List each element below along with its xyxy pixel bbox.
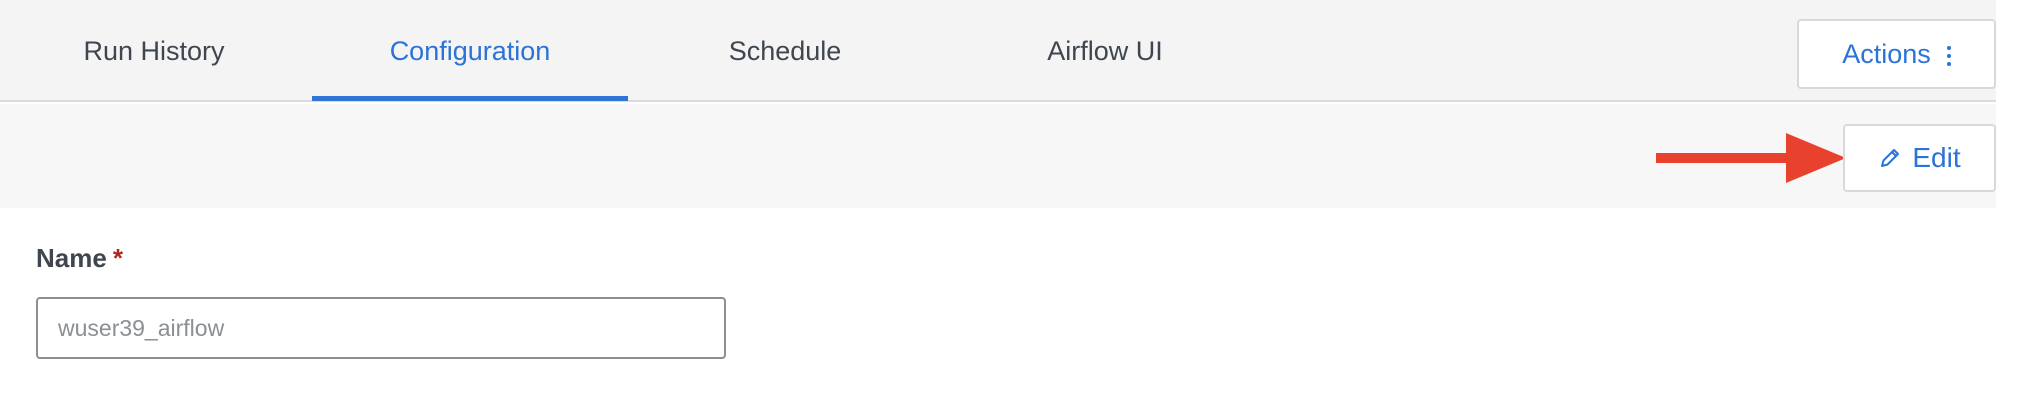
tab-airflow-ui[interactable]: Airflow UI	[1010, 0, 1200, 102]
tab-label: Airflow UI	[1047, 35, 1163, 66]
tab-bar: Run History Configuration Schedule Airfl…	[0, 0, 1996, 102]
actions-button-label: Actions	[1842, 38, 1931, 69]
tab-label: Configuration	[389, 35, 551, 66]
name-input[interactable]	[36, 297, 726, 359]
name-label-text: Name	[36, 243, 107, 273]
kebab-menu-icon	[1946, 46, 1951, 66]
tab-label: Run History	[83, 35, 225, 66]
pencil-icon	[1881, 149, 1900, 167]
tab-label: Schedule	[728, 35, 842, 66]
edit-button[interactable]: Edit	[1843, 124, 1996, 192]
edit-button-label: Edit	[1912, 142, 1961, 173]
page-margin	[1996, 0, 2030, 400]
red-arrow-icon	[1656, 133, 1846, 183]
tab-configuration[interactable]: Configuration	[312, 0, 628, 102]
actions-button[interactable]: Actions	[1797, 19, 1996, 89]
active-tab-indicator	[312, 96, 628, 101]
name-field-label: Name *	[36, 243, 123, 274]
required-marker: *	[112, 243, 123, 273]
page: Run History Configuration Schedule Airfl…	[0, 0, 2030, 400]
tab-run-history[interactable]: Run History	[44, 0, 264, 102]
tab-schedule[interactable]: Schedule	[690, 0, 880, 102]
